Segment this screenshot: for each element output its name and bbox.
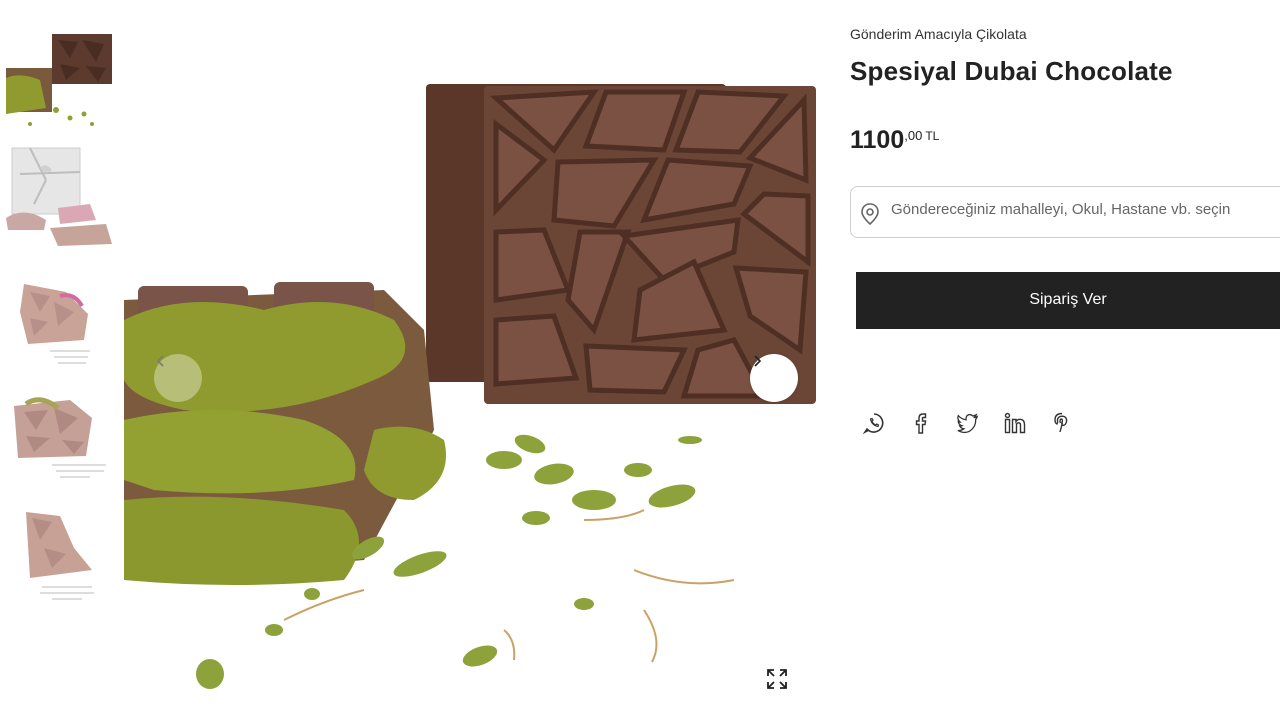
linkedin-icon[interactable] bbox=[1003, 410, 1027, 436]
thumbnail-2[interactable] bbox=[0, 144, 124, 248]
order-button-label: Sipariş Ver bbox=[1029, 291, 1107, 308]
chocolate-illustration bbox=[124, 84, 816, 689]
product-title: Spesiyal Dubai Chocolate bbox=[850, 56, 1173, 86]
product-info: Gönderim Amacıyla Çikolata Spesiyal Duba… bbox=[850, 0, 1280, 714]
twitter-icon[interactable] bbox=[956, 410, 980, 436]
map-pin-icon bbox=[859, 202, 881, 231]
location-selector[interactable] bbox=[850, 186, 1280, 238]
price-decimal: ,00 bbox=[904, 128, 923, 143]
thumbnail-3[interactable] bbox=[0, 272, 124, 376]
main-product-image[interactable] bbox=[124, 0, 824, 714]
product-category[interactable]: Gönderim Amacıyla Çikolata bbox=[850, 26, 1027, 42]
expand-icon bbox=[767, 669, 787, 689]
price-currency: TL bbox=[925, 129, 940, 143]
whatsapp-icon[interactable] bbox=[862, 410, 886, 436]
location-input[interactable] bbox=[891, 201, 1280, 218]
next-image-button[interactable] bbox=[750, 354, 798, 402]
thumbnail-5[interactable] bbox=[0, 508, 124, 612]
expand-image-button[interactable] bbox=[764, 666, 790, 692]
share-icons bbox=[862, 410, 1074, 436]
price-integer: 1100 bbox=[850, 126, 905, 154]
thumbnail-1[interactable] bbox=[0, 28, 124, 132]
product-price: 1100,00 TL bbox=[850, 126, 939, 155]
order-button[interactable]: Sipariş Ver bbox=[856, 272, 1280, 329]
chevron-left-icon bbox=[156, 355, 164, 367]
facebook-icon[interactable] bbox=[909, 410, 933, 436]
thumbnail-4[interactable] bbox=[0, 388, 124, 492]
prev-image-button[interactable] bbox=[154, 354, 202, 402]
pinterest-icon[interactable] bbox=[1050, 410, 1074, 436]
chevron-right-icon bbox=[754, 355, 762, 367]
